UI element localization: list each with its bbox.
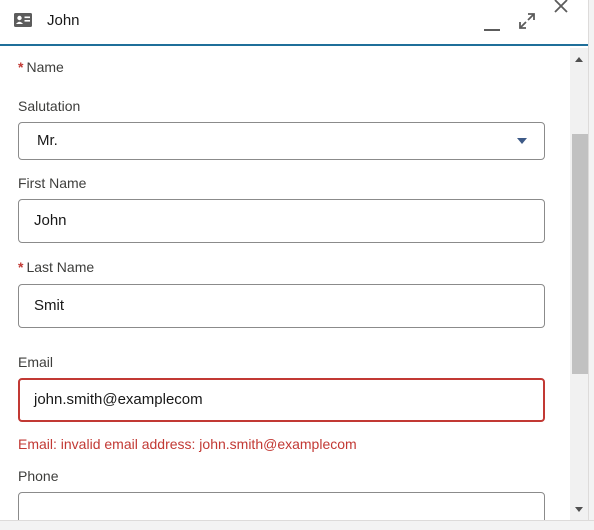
panel-title: John bbox=[47, 12, 80, 29]
phone-field: Phone bbox=[18, 468, 545, 520]
last-name-label: Last Name bbox=[26, 259, 95, 275]
vertical-scrollbar[interactable] bbox=[570, 48, 588, 520]
panel-right-edge bbox=[588, 0, 594, 530]
email-error-message: Email: invalid email address: john.smith… bbox=[18, 436, 357, 452]
name-section-heading: * Name bbox=[18, 59, 545, 75]
phone-label: Phone bbox=[18, 468, 59, 484]
edit-contact-panel: John * Name Salutation Mr. First Name Jo… bbox=[0, 0, 594, 530]
first-name-label: First Name bbox=[18, 175, 87, 191]
required-marker: * bbox=[18, 59, 24, 75]
salutation-label: Salutation bbox=[18, 98, 81, 114]
scroll-up-icon[interactable] bbox=[575, 57, 583, 62]
minimize-button[interactable] bbox=[481, 15, 503, 35]
close-icon[interactable] bbox=[552, 0, 570, 15]
email-field: Email john.smith@examplecom Email: inval… bbox=[18, 354, 545, 452]
panel-header: John bbox=[0, 0, 594, 46]
first-name-input[interactable]: John bbox=[18, 199, 545, 243]
phone-input[interactable] bbox=[18, 492, 545, 520]
contact-card-icon bbox=[14, 13, 32, 27]
salutation-select[interactable]: Mr. bbox=[18, 122, 545, 160]
form-scroll-area[interactable]: * Name Salutation Mr. First Name John * La… bbox=[0, 48, 570, 520]
required-marker: * bbox=[18, 259, 24, 275]
salutation-value: Mr. bbox=[37, 132, 58, 149]
email-input[interactable]: john.smith@examplecom bbox=[18, 378, 545, 422]
last-name-input[interactable]: Smit bbox=[18, 284, 545, 328]
scrollbar-thumb[interactable] bbox=[572, 134, 588, 374]
salutation-field: Salutation Mr. bbox=[18, 98, 545, 160]
email-label: Email bbox=[18, 354, 54, 370]
first-name-field: First Name John bbox=[18, 175, 545, 243]
expand-icon[interactable] bbox=[516, 10, 538, 32]
chevron-down-icon bbox=[517, 138, 527, 144]
scroll-down-icon[interactable] bbox=[575, 507, 583, 512]
name-section-label: Name bbox=[26, 59, 64, 75]
panel-footer-strip bbox=[0, 520, 594, 530]
last-name-field: * Last Name Smit bbox=[18, 259, 545, 328]
